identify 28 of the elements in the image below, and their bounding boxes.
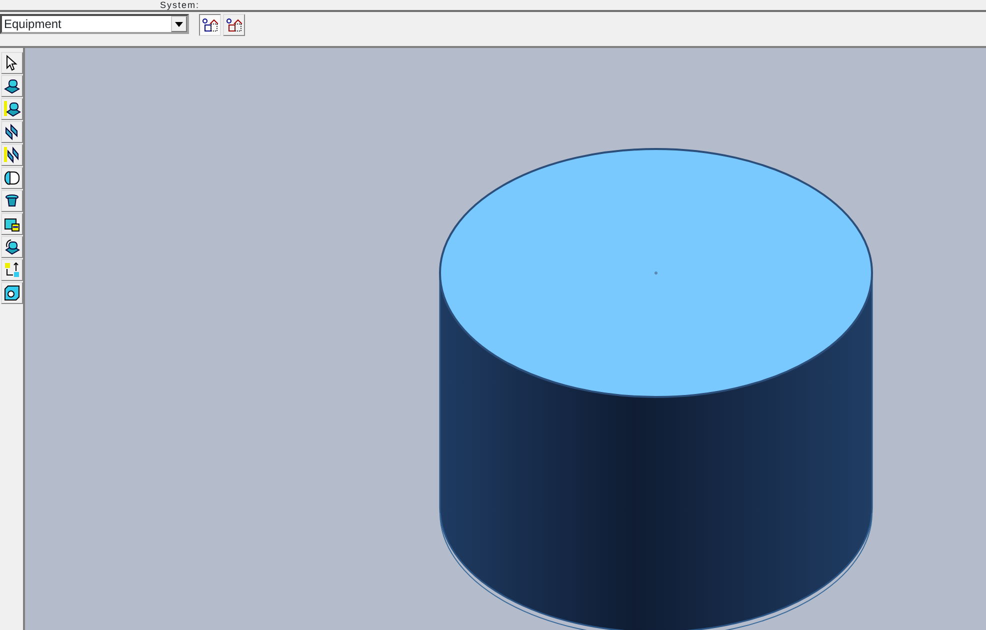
- caret-icon: [175, 22, 183, 26]
- tool-button[interactable]: [1, 190, 23, 212]
- ruler-equipment-icon: [3, 100, 21, 118]
- tool-button[interactable]: [1, 282, 23, 304]
- filter-button[interactable]: [199, 14, 221, 36]
- dropdown-button[interactable]: [171, 16, 187, 32]
- connect-icon: [3, 261, 21, 279]
- tool-button[interactable]: [1, 213, 23, 235]
- tool-button[interactable]: [1, 52, 23, 74]
- tool-button[interactable]: [1, 259, 23, 281]
- equipment-icon: [3, 77, 21, 95]
- tool-button[interactable]: [1, 98, 23, 120]
- filter-button[interactable]: [223, 14, 245, 36]
- shapes-icon: [202, 18, 218, 32]
- toolbar-label: System:: [160, 0, 200, 10]
- ruler-plates-icon: [3, 146, 21, 164]
- rotate-icon: [3, 238, 21, 256]
- shapes-icon: [226, 18, 242, 32]
- cylinder-icon: [3, 169, 21, 187]
- tool-button[interactable]: [1, 144, 23, 166]
- cube-icon: [3, 284, 21, 302]
- tool-button[interactable]: [1, 75, 23, 97]
- dropdown-value: Equipment: [4, 16, 62, 33]
- tool-button[interactable]: [1, 121, 23, 143]
- tool-button[interactable]: [1, 167, 23, 189]
- 3d-viewport[interactable]: [25, 48, 986, 630]
- filter-dropdown[interactable]: Equipment: [0, 14, 189, 34]
- tool-button[interactable]: [1, 236, 23, 258]
